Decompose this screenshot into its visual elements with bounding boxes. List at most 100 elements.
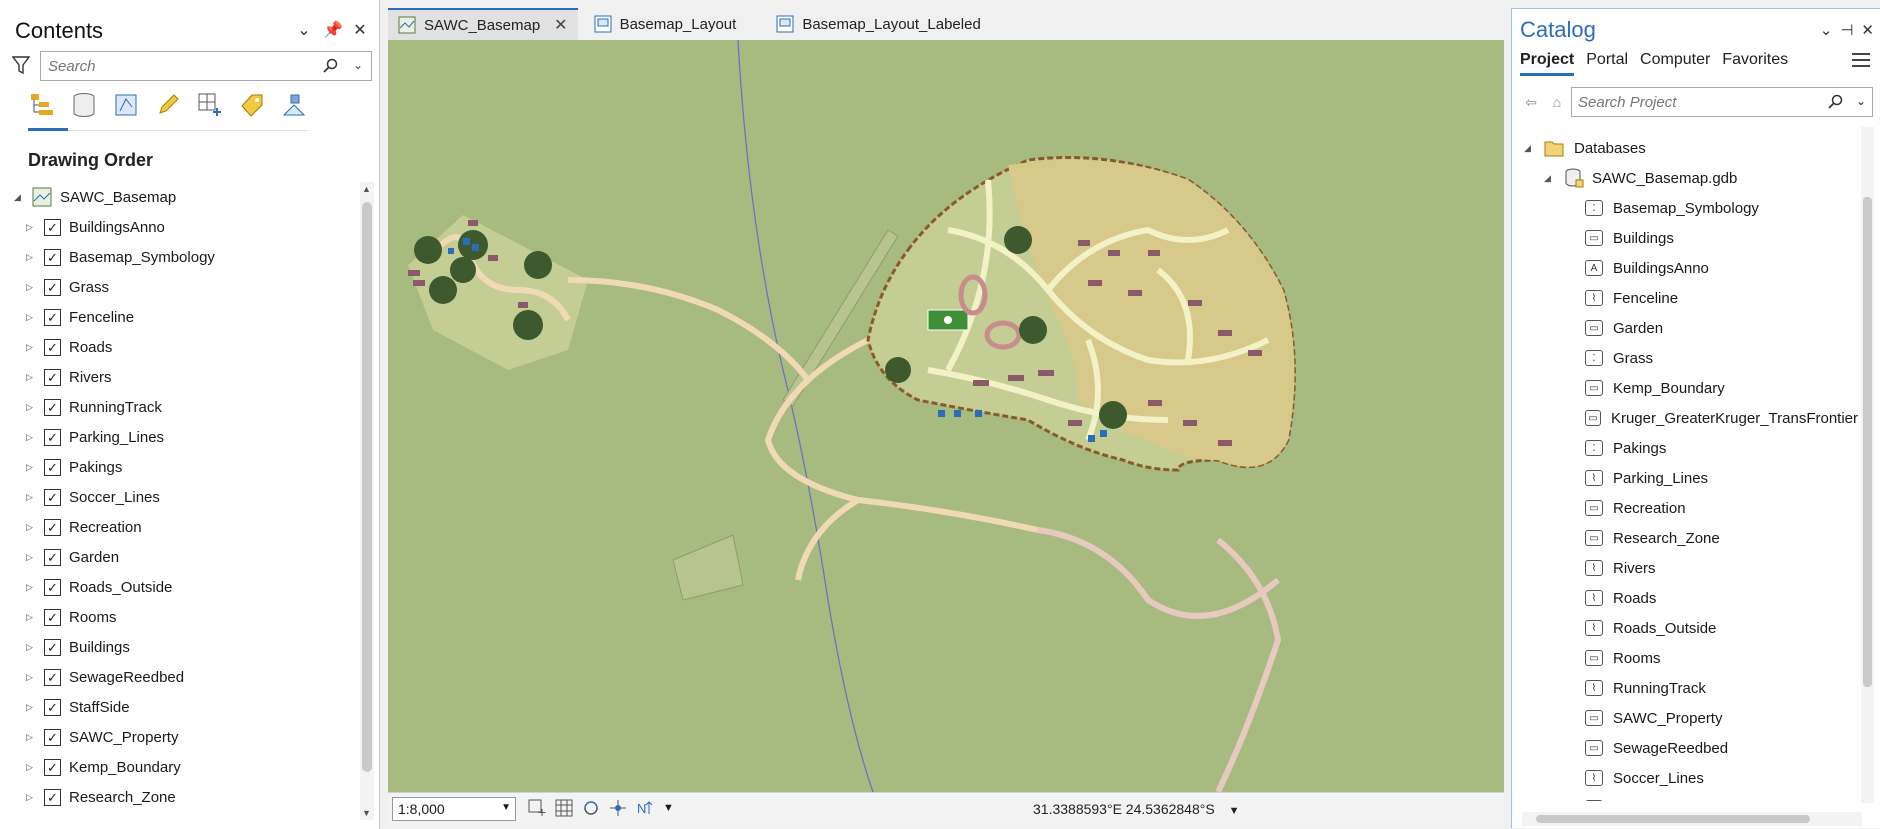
collapse-triangle-icon[interactable]: ◢ (1544, 173, 1556, 184)
expand-triangle-icon[interactable]: ▷ (26, 252, 38, 263)
layer-row[interactable]: ▷ ✓ Soccer_Lines (0, 482, 355, 512)
contents-scrollbar[interactable]: ▲ ▼ (360, 182, 374, 820)
auto-hide-icon[interactable]: ⊣ (1840, 21, 1853, 39)
feature-class-item[interactable]: ⌇ Rivers (1512, 553, 1858, 583)
expand-triangle-icon[interactable]: ▷ (26, 732, 38, 743)
tab-project[interactable]: Project (1520, 51, 1575, 76)
tab-basemap-layout-labeled[interactable]: Basemap_Layout_Labeled (766, 8, 990, 40)
back-arrow-icon[interactable]: ⇦ (1520, 91, 1542, 113)
layer-row[interactable]: ▷ ✓ SAWC_Property (0, 722, 355, 752)
layer-visibility-checkbox[interactable]: ✓ (44, 218, 61, 236)
snapping-icon[interactable] (609, 799, 627, 817)
feature-class-item[interactable]: ▭ Rooms (1512, 643, 1858, 673)
collapse-triangle-icon[interactable]: ◢ (1524, 143, 1536, 154)
expand-triangle-icon[interactable]: ▷ (26, 222, 38, 233)
feature-class-item[interactable]: ▭ Garden (1512, 313, 1858, 343)
chevron-down-icon[interactable]: ⌄ (353, 58, 363, 72)
chevron-down-icon[interactable]: ⌄ (295, 20, 313, 40)
feature-class-item[interactable]: ⁚ Basemap_Symbology (1512, 193, 1858, 223)
chevron-down-icon[interactable]: ▼ (663, 802, 674, 814)
expand-triangle-icon[interactable]: ▷ (26, 312, 38, 323)
expand-triangle-icon[interactable]: ▷ (26, 432, 38, 443)
layer-row[interactable]: ▷ ✓ Rivers (0, 362, 355, 392)
feature-class-item[interactable]: ▭ Buildings (1512, 223, 1858, 253)
expand-triangle-icon[interactable]: ▷ (26, 642, 38, 653)
chevron-down-icon[interactable]: ⌄ (1856, 94, 1866, 108)
layer-visibility-checkbox[interactable]: ✓ (44, 728, 61, 746)
layer-visibility-checkbox[interactable]: ✓ (44, 668, 61, 686)
feature-class-item[interactable]: ▭ StaffSide (1512, 793, 1858, 801)
feature-class-item[interactable]: ▭ Recreation (1512, 493, 1858, 523)
collapse-triangle-icon[interactable]: ◢ (14, 192, 26, 203)
scale-selector[interactable]: 1:8,000 ▼ (392, 797, 516, 821)
expand-triangle-icon[interactable]: ▷ (26, 552, 38, 563)
layer-visibility-checkbox[interactable]: ✓ (44, 308, 61, 326)
layer-visibility-checkbox[interactable]: ✓ (44, 518, 61, 536)
close-icon[interactable]: ✕ (351, 20, 369, 40)
chevron-down-icon[interactable]: ⌄ (1820, 21, 1833, 39)
chevron-down-icon[interactable]: ▼ (1229, 805, 1240, 817)
contents-search-input[interactable] (41, 52, 301, 81)
list-by-source-icon[interactable] (70, 90, 98, 120)
layer-row[interactable]: ▷ ✓ Recreation (0, 512, 355, 542)
layer-visibility-checkbox[interactable]: ✓ (44, 398, 61, 416)
list-by-selection-icon[interactable] (112, 90, 140, 120)
scroll-up-icon[interactable]: ▲ (362, 184, 371, 194)
layer-row[interactable]: ▷ ✓ Pakings (0, 452, 355, 482)
chevron-down-icon[interactable]: ▼ (501, 802, 511, 813)
expand-triangle-icon[interactable]: ▷ (26, 342, 38, 353)
north-arrow-icon[interactable]: N (636, 799, 654, 817)
scrollbar-thumb[interactable] (1536, 815, 1810, 823)
layer-visibility-checkbox[interactable]: ✓ (44, 248, 61, 266)
expand-triangle-icon[interactable]: ▷ (26, 702, 38, 713)
layer-row[interactable]: ▷ ✓ RunningTrack (0, 392, 355, 422)
home-icon[interactable]: ⌂ (1546, 91, 1568, 113)
layer-row[interactable]: ▷ ✓ SewageReedbed (0, 662, 355, 692)
feature-class-item[interactable]: ▭ Research_Zone (1512, 523, 1858, 553)
feature-class-item[interactable]: ▭ SewageReedbed (1512, 733, 1858, 763)
layer-visibility-checkbox[interactable]: ✓ (44, 758, 61, 776)
list-by-editing-icon[interactable] (154, 90, 182, 120)
feature-class-item[interactable]: ⌇ Roads (1512, 583, 1858, 613)
feature-class-item[interactable]: ⌇ Parking_Lines (1512, 463, 1858, 493)
list-by-labeling-icon[interactable] (238, 90, 266, 120)
tab-basemap-layout[interactable]: Basemap_Layout (584, 8, 747, 40)
layer-visibility-checkbox[interactable]: ✓ (44, 608, 61, 626)
feature-class-item[interactable]: ⌇ Soccer_Lines (1512, 763, 1858, 793)
feature-class-item[interactable]: ⌇ Fenceline (1512, 283, 1858, 313)
expand-triangle-icon[interactable]: ▷ (26, 372, 38, 383)
layer-row[interactable]: ▷ ✓ Fenceline (0, 302, 355, 332)
layer-row[interactable]: ▷ ✓ StaffSide (0, 692, 355, 722)
expand-triangle-icon[interactable]: ▷ (26, 402, 38, 413)
layer-visibility-checkbox[interactable]: ✓ (44, 578, 61, 596)
expand-triangle-icon[interactable]: ▷ (26, 462, 38, 473)
scrollbar-thumb[interactable] (362, 202, 372, 772)
catalog-vertical-scrollbar[interactable] (1861, 127, 1874, 803)
layer-visibility-checkbox[interactable]: ✓ (44, 428, 61, 446)
scrollbar-thumb[interactable] (1863, 197, 1872, 687)
layer-row[interactable]: ▷ ✓ Kemp_Boundary (0, 752, 355, 782)
coordinate-readout[interactable]: 31.3388593°E 24.5362848°S ▼ (1033, 801, 1239, 817)
close-icon[interactable]: ✕ (554, 15, 567, 35)
layer-visibility-checkbox[interactable]: ✓ (44, 338, 61, 356)
refresh-icon[interactable] (582, 799, 600, 817)
map-view[interactable] (388, 40, 1504, 792)
pin-icon[interactable]: 📌 (323, 20, 343, 40)
databases-node[interactable]: ◢ Databases (1512, 133, 1858, 163)
list-by-drawing-order-icon[interactable] (28, 90, 56, 120)
map-canvas[interactable] (388, 40, 1504, 792)
layer-row[interactable]: ▷ ✓ Roads (0, 332, 355, 362)
expand-triangle-icon[interactable]: ▷ (26, 522, 38, 533)
expand-triangle-icon[interactable]: ▷ (26, 492, 38, 503)
list-by-snapping-icon[interactable] (196, 90, 224, 120)
layer-visibility-checkbox[interactable]: ✓ (44, 638, 61, 656)
tab-computer[interactable]: Computer (1640, 51, 1710, 76)
expand-triangle-icon[interactable]: ▷ (26, 672, 38, 683)
close-icon[interactable]: ✕ (1861, 21, 1874, 39)
tab-favorites[interactable]: Favorites (1722, 51, 1788, 76)
grid-icon[interactable] (555, 799, 573, 817)
layer-visibility-checkbox[interactable]: ✓ (44, 278, 61, 296)
fixed-zoom-in-icon[interactable] (528, 799, 546, 817)
expand-triangle-icon[interactable]: ▷ (26, 612, 38, 623)
layer-row[interactable]: ▷ ✓ Research_Zone (0, 782, 355, 812)
